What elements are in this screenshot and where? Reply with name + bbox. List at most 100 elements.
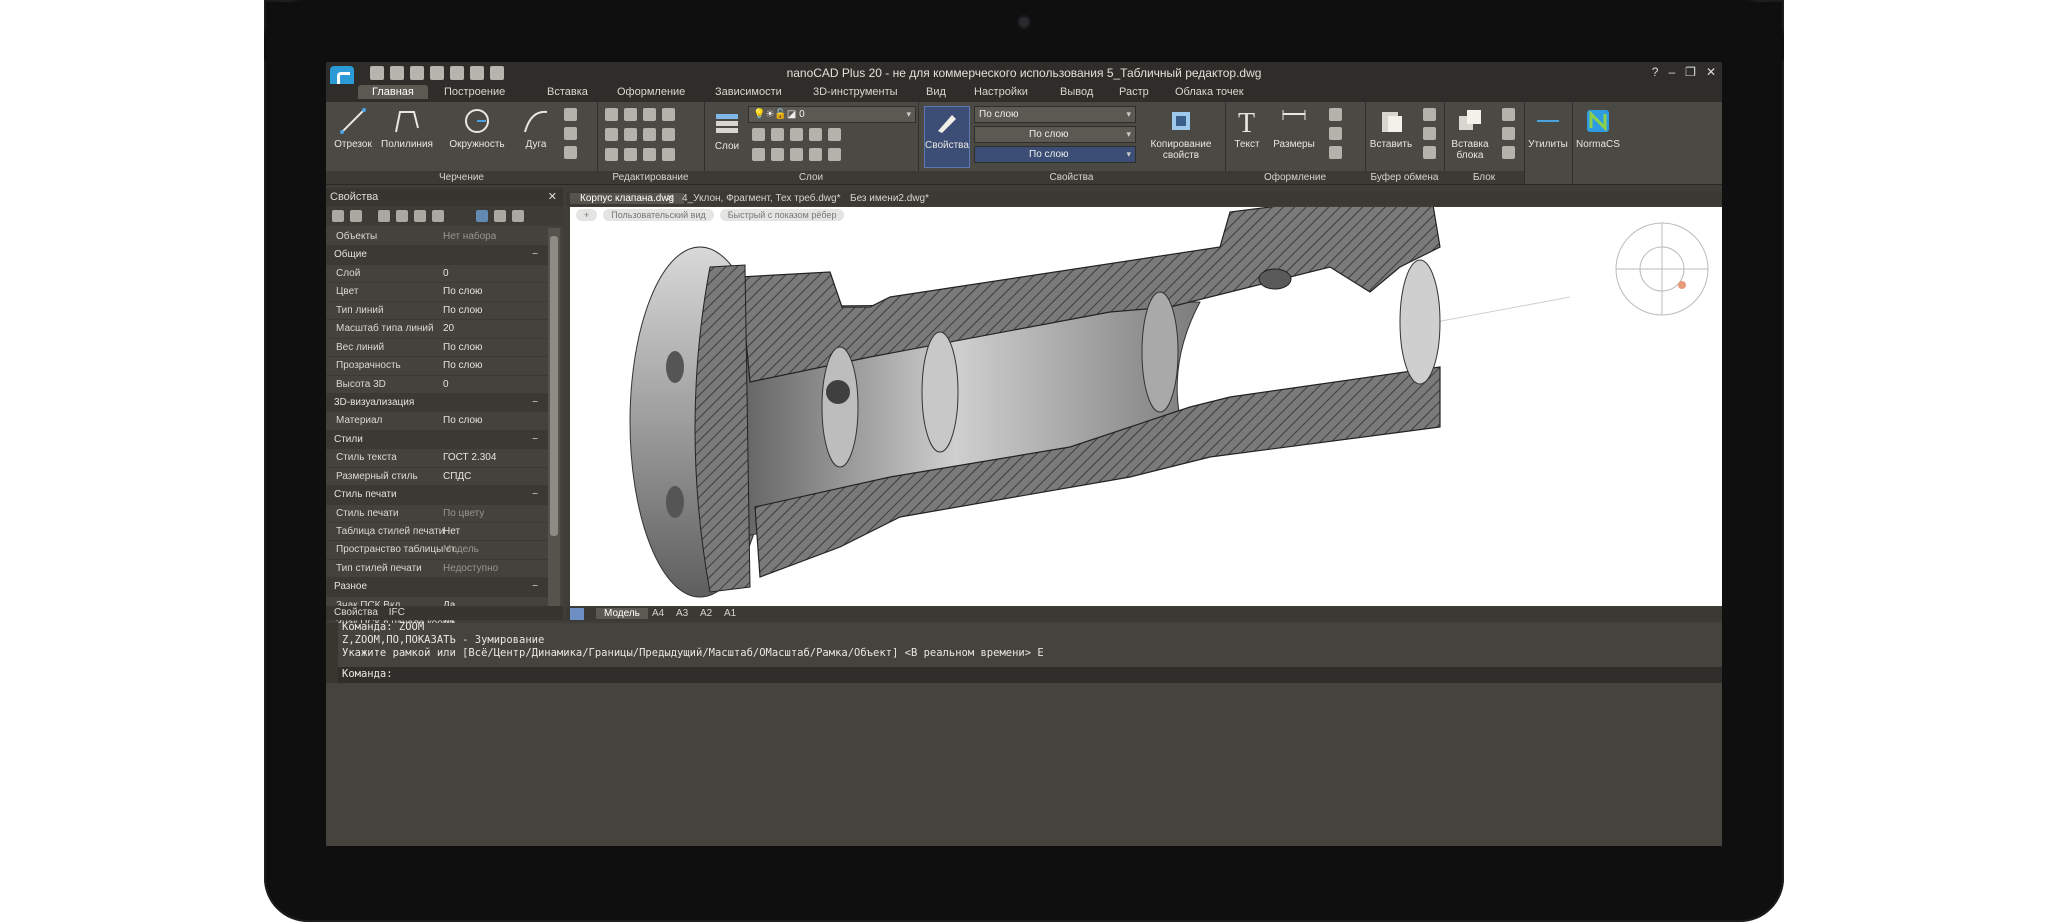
mirror-icon[interactable] <box>624 128 637 141</box>
select-objects-icon[interactable] <box>332 210 344 222</box>
arc-button[interactable]: Дуга <box>516 106 556 150</box>
tab-3d-tools[interactable]: 3D-инструменты <box>813 86 898 98</box>
tab-insert[interactable]: Вставка <box>547 86 588 98</box>
insert-block-button[interactable]: Вставка блока <box>1446 106 1494 161</box>
property-row[interactable]: Слой 0 <box>326 265 548 284</box>
layout-menu-icon[interactable] <box>570 608 584 620</box>
linetype-dropdown[interactable]: По слою <box>974 126 1136 143</box>
hatch-icon[interactable] <box>564 146 577 159</box>
property-row[interactable]: Размерный стиль СПДС <box>326 468 548 487</box>
tab-settings[interactable]: Настройки <box>974 86 1028 98</box>
normacs-button[interactable]: NormaCS <box>1574 106 1622 150</box>
filter-icon[interactable] <box>378 210 390 222</box>
toggle-pickadd-icon[interactable] <box>414 210 426 222</box>
property-row[interactable]: Тип линий По слою <box>326 302 548 321</box>
extend-icon[interactable] <box>643 128 656 141</box>
command-input[interactable]: Команда: <box>338 667 1722 683</box>
panel-close-icon[interactable]: ✕ <box>548 188 557 206</box>
properties-section[interactable]: 3D-визуализация <box>326 393 548 413</box>
table-icon[interactable] <box>1329 146 1342 159</box>
property-row[interactable]: Масштаб типа линий 20 <box>326 320 548 339</box>
circle-button[interactable]: Окружность <box>442 106 512 150</box>
text-button[interactable]: T Текст <box>1229 106 1265 150</box>
footer-tab-ifc[interactable]: IFC <box>389 607 405 618</box>
properties-section[interactable]: Общие <box>326 246 548 265</box>
command-line-handle[interactable] <box>326 623 338 683</box>
tab-build[interactable]: Построение <box>444 86 505 98</box>
cut-icon[interactable] <box>1423 108 1436 121</box>
property-row[interactable]: Тип стилей печати Недоступно <box>326 560 548 579</box>
explode-icon[interactable] <box>662 128 675 141</box>
doc-tab-fragment[interactable]: 4_Уклон, Фрагмент, Тех треб.dwg* <box>682 193 840 204</box>
tab-point-clouds[interactable]: Облака точек <box>1175 86 1244 98</box>
rotate-icon[interactable] <box>624 108 637 121</box>
layout-tab-a1[interactable]: А1 <box>724 608 736 619</box>
copy-tool-icon[interactable] <box>605 128 618 141</box>
deselect-icon[interactable] <box>494 210 506 222</box>
copy-base-icon[interactable] <box>1423 146 1436 159</box>
property-row[interactable]: Пространство таблицы ст... Модель <box>326 541 548 560</box>
create-block-icon[interactable] <box>1502 108 1515 121</box>
array-icon[interactable] <box>643 148 656 161</box>
property-row[interactable]: Объекты Нет набора <box>326 228 548 247</box>
copy-properties-button[interactable]: Копирование свойств <box>1144 106 1218 161</box>
copy-icon[interactable] <box>1423 127 1436 140</box>
rectangle-icon[interactable] <box>564 108 577 121</box>
scale-icon[interactable] <box>624 148 637 161</box>
layout-tab-a4[interactable]: А4 <box>652 608 664 619</box>
close-icon[interactable]: ✕ <box>1706 65 1716 79</box>
footer-tab-properties[interactable]: Свойства <box>334 607 378 618</box>
property-row[interactable]: Стиль печати По цвету <box>326 505 548 523</box>
layer-dropdown[interactable]: 💡☀🔓◪ 0 <box>748 106 916 123</box>
multileader-icon[interactable] <box>1329 127 1342 140</box>
line-button[interactable]: Отрезок <box>332 106 374 150</box>
block-attribute-icon[interactable] <box>1502 146 1515 159</box>
leader-icon[interactable] <box>1329 108 1342 121</box>
layers-button[interactable]: Слои <box>710 108 744 152</box>
tab-raster[interactable]: Растр <box>1119 86 1149 98</box>
text-filter-icon[interactable] <box>432 210 444 222</box>
viewport-menu-chip[interactable]: + <box>576 209 598 221</box>
properties-section[interactable]: Стили <box>326 430 548 450</box>
color-dropdown[interactable]: По слою <box>974 106 1136 123</box>
move-icon[interactable] <box>605 108 618 121</box>
doc-tab-close-icon[interactable]: ✕ <box>666 193 674 204</box>
tab-view[interactable]: Вид <box>926 86 946 98</box>
tab-main[interactable]: Главная <box>358 85 428 99</box>
scrollbar-thumb[interactable] <box>550 236 558 536</box>
properties-scrollbar[interactable] <box>548 228 560 606</box>
restore-icon[interactable]: ❐ <box>1685 65 1696 79</box>
layout-tab-a3[interactable]: А3 <box>676 608 688 619</box>
tab-constraints[interactable]: Зависимости <box>715 86 782 98</box>
offset-icon[interactable] <box>662 148 675 161</box>
paste-button[interactable]: Вставить <box>1367 106 1415 150</box>
custom-view-chip[interactable]: Пользовательский вид <box>603 209 714 221</box>
property-row[interactable]: Высота 3D 0 <box>326 376 548 394</box>
tab-output[interactable]: Вывод <box>1060 86 1093 98</box>
polyline-button[interactable]: Полилиния <box>378 106 436 150</box>
properties-section[interactable]: Разное <box>326 578 548 597</box>
edit-block-icon[interactable] <box>1502 127 1515 140</box>
visual-style-chip[interactable]: Быстрый с показом рёбер <box>719 209 845 221</box>
erase-icon[interactable] <box>662 108 675 121</box>
lineweight-dropdown[interactable]: По слою <box>974 146 1136 163</box>
navigation-compass-icon[interactable] <box>1612 219 1712 319</box>
ellipse-icon[interactable] <box>564 127 577 140</box>
property-row[interactable]: Стиль текста ГОСТ 2.304 <box>326 449 548 468</box>
layout-tab-a2[interactable]: А2 <box>700 608 712 619</box>
trim-icon[interactable] <box>643 108 656 121</box>
property-row[interactable]: Прозрачность По слою <box>326 357 548 376</box>
dimensions-button[interactable]: Размеры <box>1269 106 1319 150</box>
property-row[interactable]: Материал По слою <box>326 412 548 431</box>
quick-select-icon[interactable] <box>396 210 408 222</box>
doc-tab-untitled[interactable]: Без имени2.dwg* <box>850 193 929 204</box>
utilities-button[interactable]: Утилиты <box>1526 106 1570 150</box>
layout-tab-model[interactable]: Модель <box>596 608 648 619</box>
minimize-icon[interactable]: – <box>1668 65 1675 79</box>
properties-section[interactable]: Стиль печати <box>326 486 548 505</box>
property-row[interactable]: Таблица стилей печати Нет <box>326 523 548 542</box>
property-row[interactable]: Цвет По слою <box>326 283 548 302</box>
property-row[interactable]: Вес линий По слою <box>326 339 548 358</box>
stretch-icon[interactable] <box>605 148 618 161</box>
pick-icon[interactable] <box>350 210 362 222</box>
